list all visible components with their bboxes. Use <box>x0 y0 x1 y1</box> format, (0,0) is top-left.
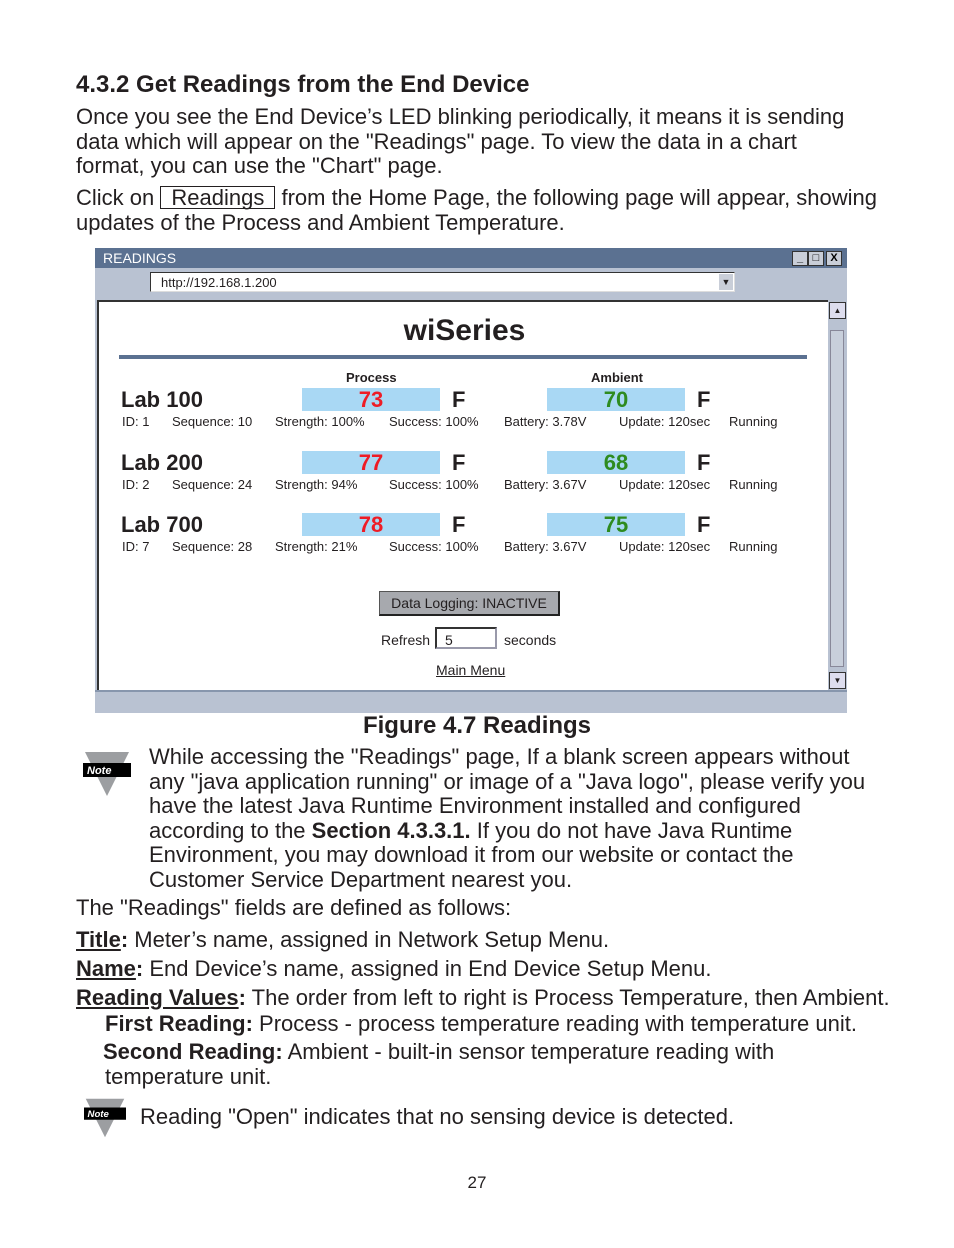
readings-window: READINGS _ □ X http://192.168.1.200 ▼ wi… <box>95 248 847 713</box>
refresh-input[interactable]: 5 <box>435 627 497 649</box>
data-logging-button[interactable]: Data Logging: INACTIVE <box>379 591 560 616</box>
page-number: 27 <box>467 1173 487 1192</box>
section-heading: 4.3.2 Get Readings from the End Device <box>76 71 530 98</box>
battery: Battery: 3.78V <box>504 414 587 429</box>
definition-reading-values: Reading Values: The order from left to r… <box>76 985 890 1010</box>
strength: Strength: 100% <box>275 414 365 429</box>
close-icon[interactable]: X <box>826 251 842 266</box>
device-status: Running <box>729 539 778 554</box>
text: according to the <box>149 817 312 843</box>
process-reading: 73 <box>302 388 440 412</box>
device-id: ID: 1 <box>122 414 150 429</box>
update-interval: Update: 120sec <box>619 477 711 492</box>
section-reference: Section 4.3.3.1. <box>311 817 471 843</box>
definition-name: Name: End Device’s name, assigned in End… <box>76 956 712 981</box>
device-id: ID: 2 <box>122 477 150 492</box>
scroll-down-icon[interactable]: ▼ <box>829 672 846 689</box>
definition-title: Title: Meter’s name, assigned in Network… <box>76 927 610 952</box>
title-bar: READINGS _ □ X <box>95 248 847 268</box>
ambient-reading: 70 <box>547 388 685 412</box>
strength: Strength: 21% <box>275 539 358 554</box>
refresh-label: Refresh <box>381 632 431 648</box>
window-title: READINGS <box>103 250 177 266</box>
process-reading: 77 <box>302 451 440 475</box>
fields-intro: The "Readings" fields are defined as fol… <box>76 895 512 920</box>
maximize-icon[interactable]: □ <box>808 251 824 266</box>
battery: Battery: 3.67V <box>504 477 587 492</box>
lab-name: Lab 200 <box>121 450 203 475</box>
svg-text:Note: Note <box>88 1109 110 1120</box>
sequence: Sequence: 24 <box>172 477 253 492</box>
definitions-list: Title: Meter’s name, assigned in Network… <box>76 925 890 1012</box>
text: If you do not have Java Runtime <box>470 817 793 843</box>
status-bar <box>95 690 847 713</box>
lab-name: Lab 700 <box>121 512 203 537</box>
lab-name: Lab 100 <box>121 387 203 412</box>
ambient-reading: 68 <box>547 451 685 475</box>
text: from the Home Page, the following page w… <box>281 185 878 210</box>
page-content: wiSeries Process Ambient Lab 100 ID: 1 Seq… <box>97 300 830 690</box>
text-line: format, you can use the "Chart" page. <box>76 153 443 178</box>
second-reading-line2: temperature unit. <box>105 1064 272 1089</box>
success: Success: 100% <box>389 477 479 492</box>
document-page: 4.3.2 Get Readings from the End Device O… <box>0 0 954 1248</box>
ambient-unit: F <box>697 450 711 475</box>
device-id: ID: 7 <box>122 539 150 554</box>
device-status: Running <box>729 414 778 429</box>
click-paragraph: Click on Readings from the Home Page, th… <box>76 185 878 235</box>
success: Success: 100% <box>389 414 479 429</box>
sequence: Sequence: 28 <box>172 539 253 554</box>
ambient-header: Ambient <box>591 370 643 385</box>
java-note: While accessing the "Readings" page, If … <box>149 744 866 892</box>
page-title: wiSeries <box>403 314 526 347</box>
process-unit: F <box>452 450 466 475</box>
text: Click on <box>76 185 155 210</box>
strength: Strength: 94% <box>275 477 358 492</box>
title-divider <box>119 355 807 359</box>
sequence: Sequence: 10 <box>172 414 253 429</box>
process-unit: F <box>452 512 466 537</box>
process-unit: F <box>452 387 466 412</box>
address-bar[interactable]: http://192.168.1.200 <box>150 272 735 292</box>
text-line: updates of the Process and Ambient Tempe… <box>76 209 565 235</box>
text-line: Environment, you may download it from ou… <box>149 842 794 867</box>
process-header: Process <box>346 370 397 385</box>
battery: Battery: 3.67V <box>504 539 587 554</box>
scroll-up-icon[interactable]: ▲ <box>829 302 846 319</box>
note-icon: Note <box>84 1098 126 1138</box>
vertical-scrollbar[interactable]: ▲ ▼ <box>828 300 846 690</box>
open-note: Reading "Open" indicates that no sensing… <box>140 1104 735 1129</box>
text-line: While accessing the "Readings" page, If … <box>149 744 850 769</box>
minimize-icon[interactable]: _ <box>792 251 808 266</box>
first-reading-def: First Reading: Process - process tempera… <box>105 1011 857 1036</box>
note-icon: Note <box>83 752 131 796</box>
text-line: data which will appear on the "Readings"… <box>76 128 797 154</box>
device-status: Running <box>729 477 778 492</box>
ambient-reading: 75 <box>547 513 685 537</box>
text-line: any "java application running" or image … <box>149 768 866 794</box>
address-dropdown-icon[interactable]: ▼ <box>719 274 733 290</box>
scroll-thumb[interactable] <box>830 330 844 667</box>
second-reading-def: Second Reading: Ambient - built-in senso… <box>103 1039 775 1064</box>
figure-caption: Figure 4.7 Readings <box>362 712 592 739</box>
readings-button-ref: Readings <box>160 186 276 209</box>
success: Success: 100% <box>389 539 479 554</box>
ambient-unit: F <box>697 387 711 412</box>
text-line: Customer Service Department nearest you. <box>149 866 573 892</box>
process-reading: 78 <box>302 513 440 537</box>
svg-text:Note: Note <box>87 765 111 777</box>
update-interval: Update: 120sec <box>619 414 711 429</box>
text-line: have the latest Java Runtime Environment… <box>149 793 801 818</box>
text-line: Once you see the End Device’s LED blinki… <box>76 104 845 129</box>
ambient-unit: F <box>697 512 711 537</box>
update-interval: Update: 120sec <box>619 539 711 554</box>
main-menu-link[interactable]: Main Menu <box>436 662 505 678</box>
seconds-label: seconds <box>504 632 557 648</box>
intro-paragraph: Once you see the End Device’s LED blinki… <box>76 104 845 179</box>
